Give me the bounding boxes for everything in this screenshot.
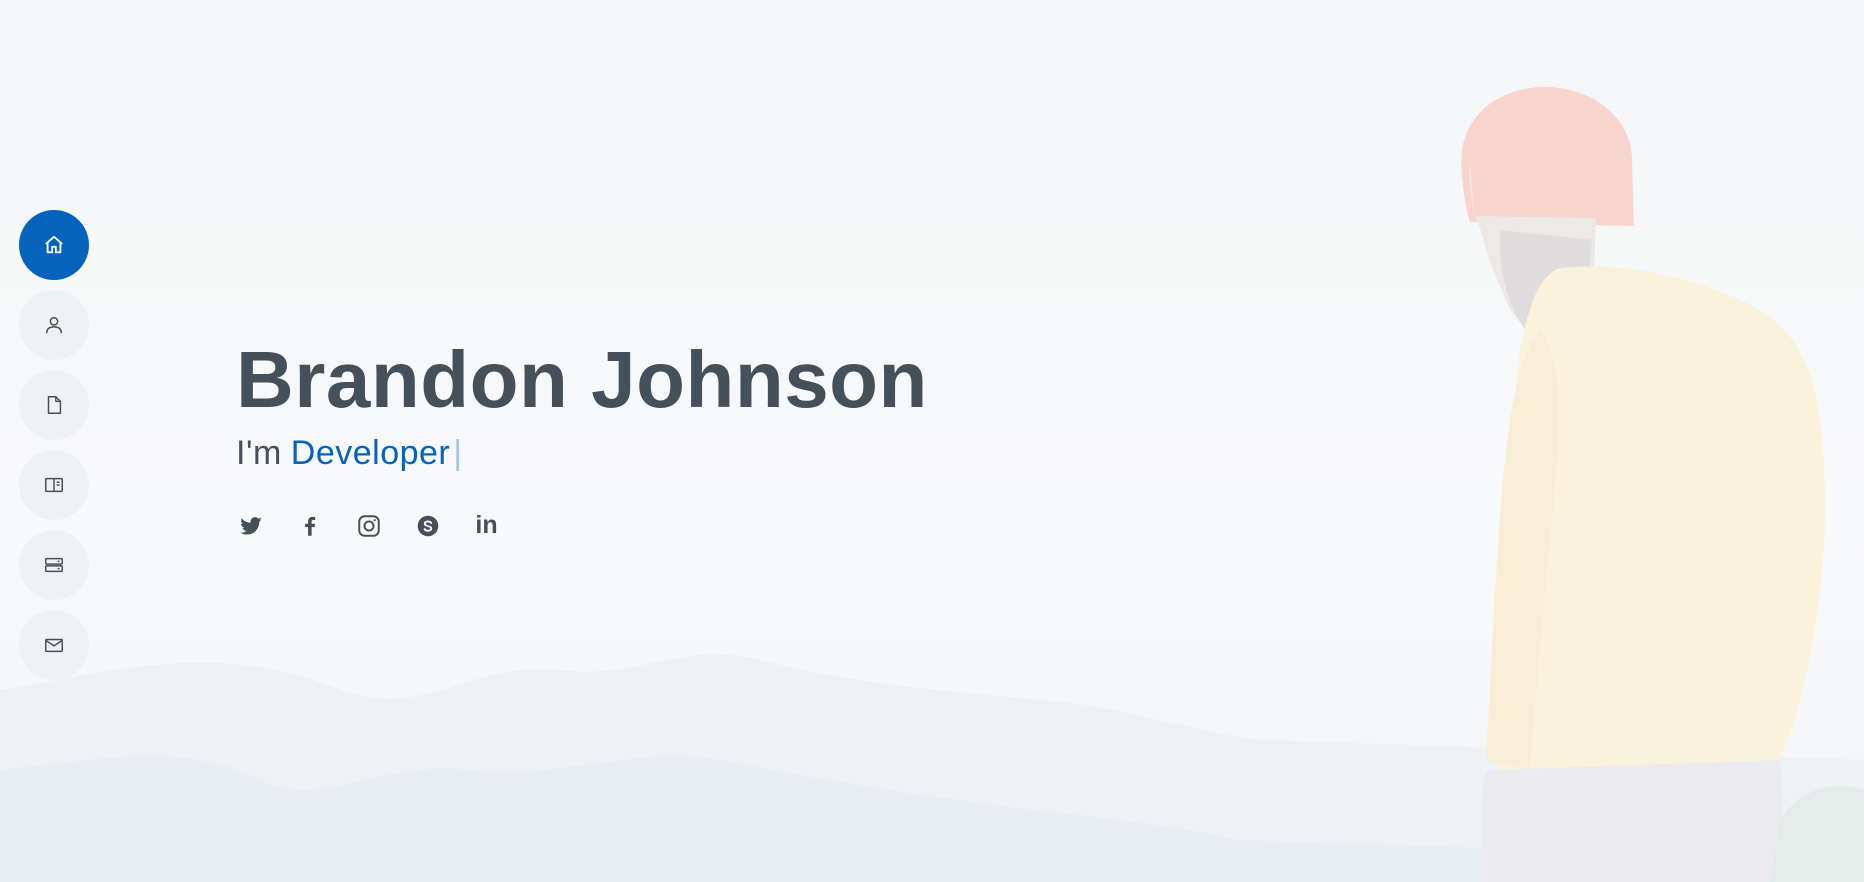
book-half-icon <box>45 477 63 493</box>
envelope-icon <box>45 638 63 653</box>
nav-resume-button[interactable] <box>19 370 89 440</box>
home-icon <box>45 235 63 254</box>
twitter-link[interactable] <box>236 511 265 540</box>
person-icon <box>45 316 63 334</box>
skype-icon <box>417 515 438 536</box>
hero-subtitle: I'm Developer | <box>236 434 928 473</box>
linkedin-link[interactable]: in <box>472 511 501 540</box>
social-links: in <box>236 511 928 540</box>
facebook-icon <box>304 516 315 536</box>
server-icon <box>45 557 63 573</box>
instagram-icon <box>357 514 380 537</box>
typing-cursor: | <box>453 434 463 472</box>
nav-contact-button[interactable] <box>19 610 89 680</box>
nav-home-button[interactable] <box>19 210 89 280</box>
instagram-link[interactable] <box>354 511 383 540</box>
side-navigation <box>19 210 89 690</box>
hero-role: Developer <box>290 434 451 472</box>
file-icon <box>47 396 62 414</box>
nav-about-button[interactable] <box>19 290 89 360</box>
hero-prefix: I'm <box>236 434 282 472</box>
skype-link[interactable] <box>413 511 442 540</box>
hero-content: Brandon Johnson I'm Developer | in <box>236 332 928 540</box>
hero-name: Brandon Johnson <box>236 335 928 424</box>
facebook-link[interactable] <box>295 511 324 540</box>
nav-portfolio-button[interactable] <box>19 450 89 520</box>
linkedin-icon: in <box>475 511 498 539</box>
twitter-icon <box>239 516 262 535</box>
nav-services-button[interactable] <box>19 530 89 600</box>
